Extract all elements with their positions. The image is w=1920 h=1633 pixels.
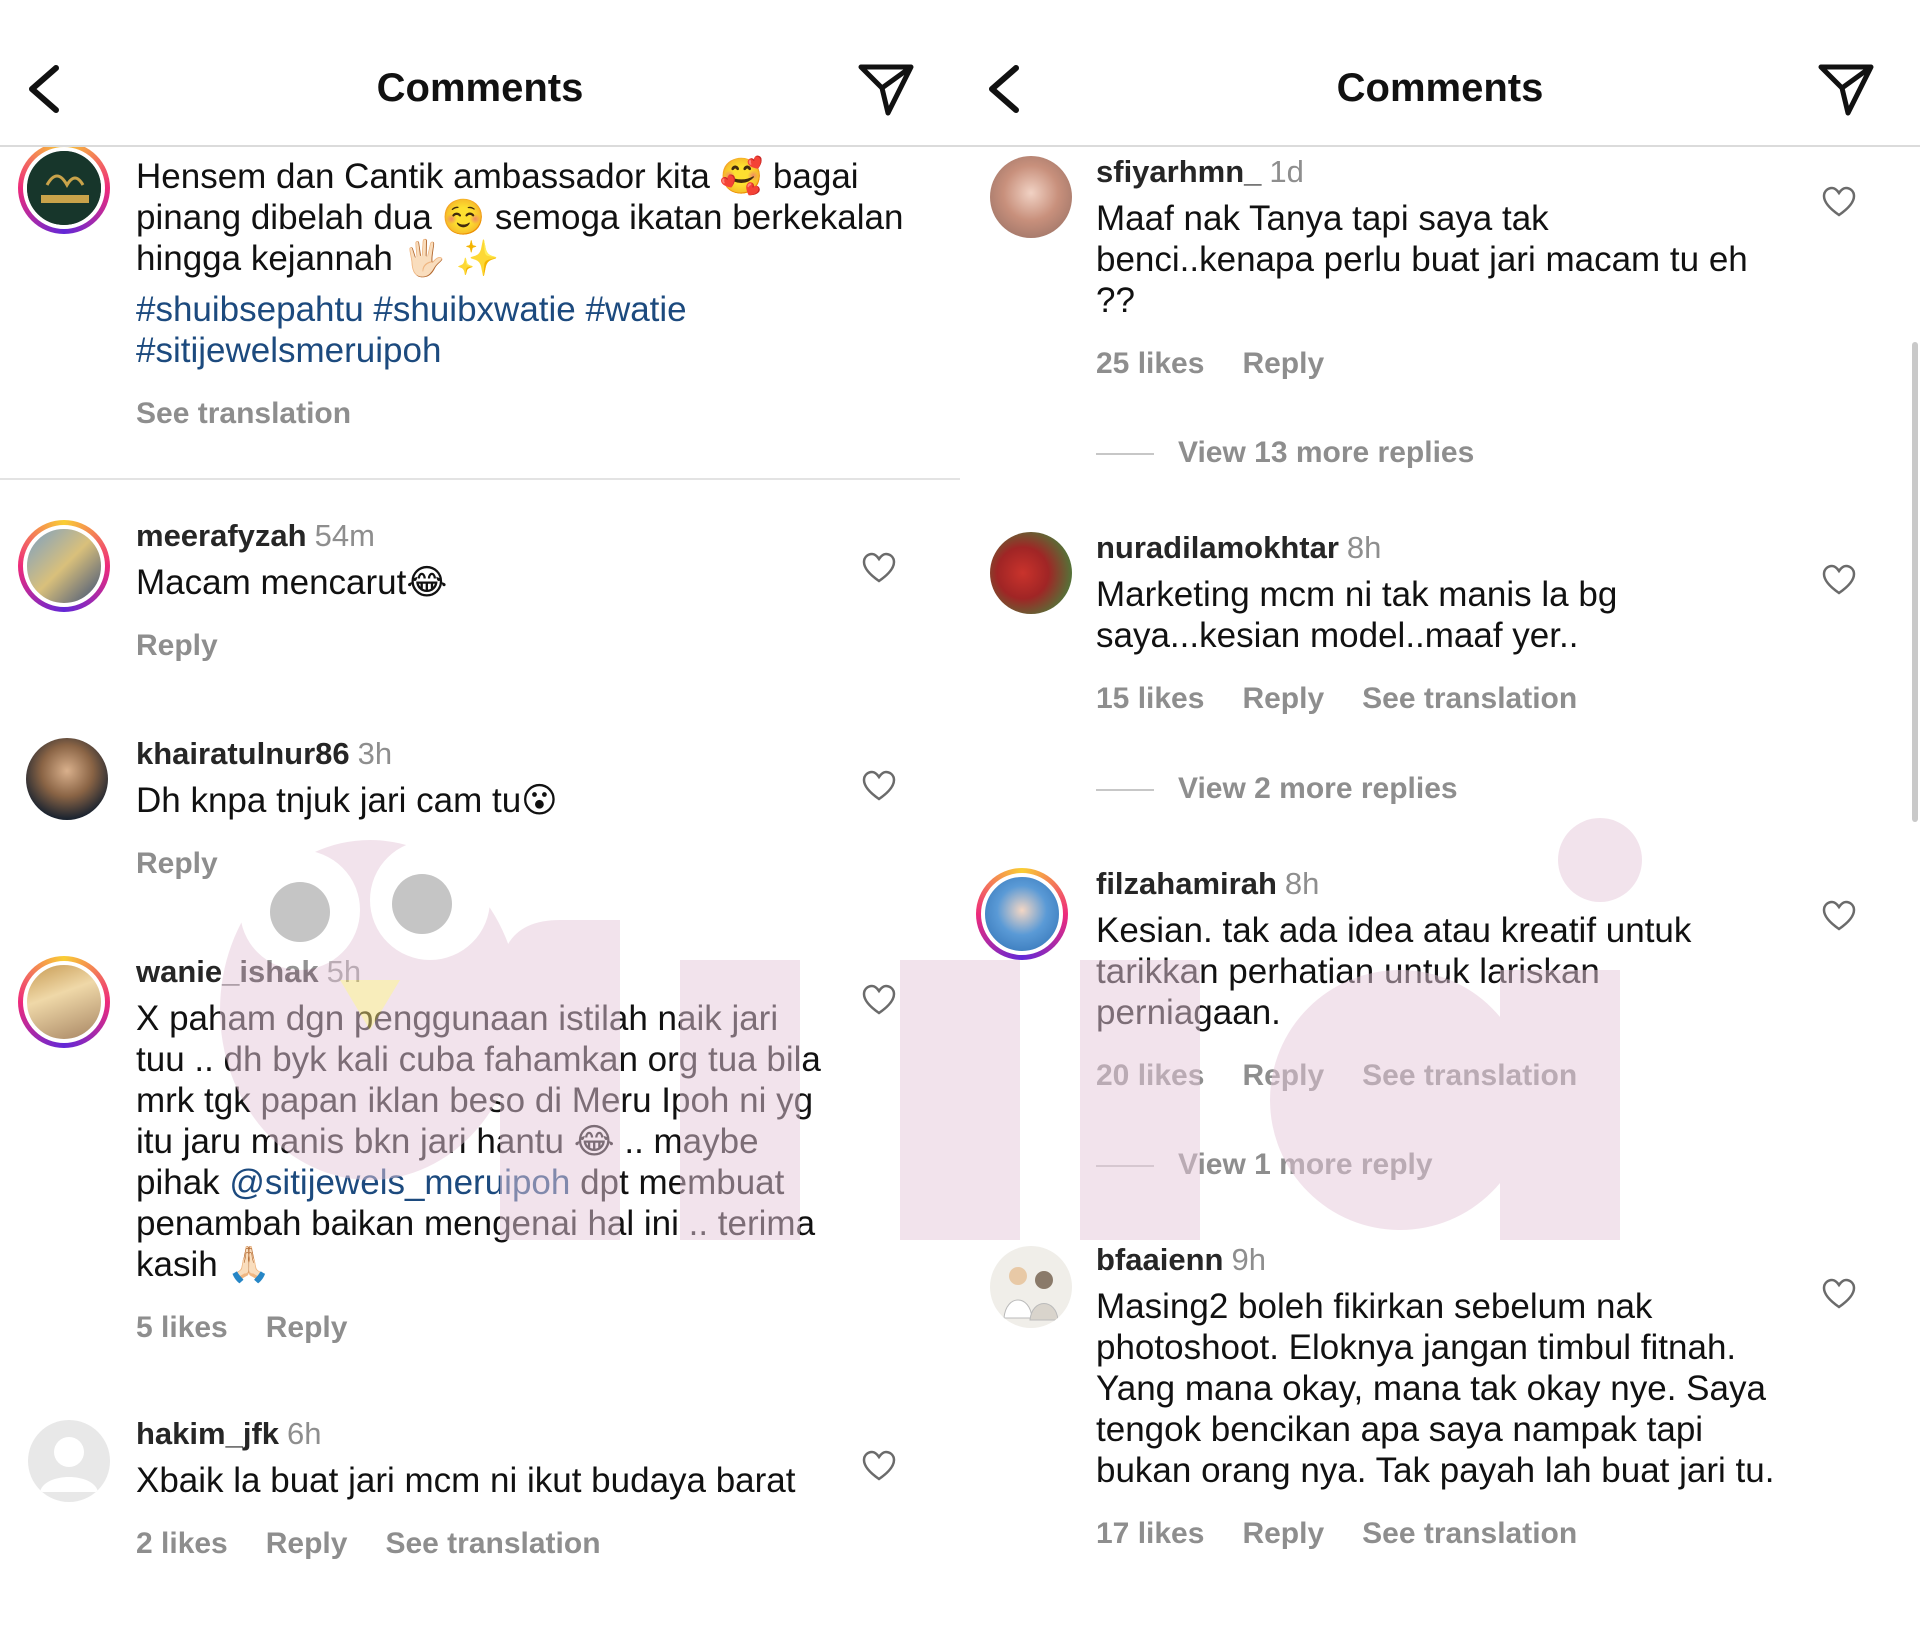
avatar[interactable]	[976, 868, 1068, 960]
heart-icon[interactable]	[862, 552, 896, 584]
comment-username[interactable]: bfaaienn	[1096, 1242, 1223, 1277]
comment-username[interactable]: khairatulnur86	[136, 736, 350, 771]
heart-icon[interactable]	[862, 770, 896, 802]
comment-time: 54m	[314, 518, 375, 553]
heart-icon[interactable]	[1822, 564, 1856, 596]
comment-time: 6h	[287, 1416, 322, 1451]
send-icon[interactable]	[1816, 58, 1876, 118]
reply-button[interactable]: Reply	[1242, 1059, 1324, 1092]
comment-time: 8h	[1284, 866, 1320, 901]
hashtags[interactable]: #shuibsepahtu #shuibxwatie #watie #sitij…	[136, 290, 687, 370]
comment-time: 5h	[326, 954, 362, 989]
comment-text: Xbaik la buat jari mcm ni ikut budaya ba…	[136, 1461, 796, 1500]
avatar[interactable]	[990, 1246, 1072, 1328]
see-translation-button[interactable]: See translation	[1362, 682, 1577, 715]
comment-text: Dh knpa tnjuk jari cam tu😮	[136, 781, 558, 820]
reply-button[interactable]: Reply	[266, 1311, 348, 1344]
page-title: Comments	[376, 66, 584, 110]
comments-screen-right: Comments sfiyarhmn_ 1d Maaf nak Tanya tap…	[960, 0, 1920, 1633]
view-replies-button[interactable]: View 2 more replies	[1096, 772, 1458, 806]
thread-line	[1096, 453, 1154, 456]
likes-count[interactable]: 17 likes	[1096, 1517, 1204, 1550]
see-translation-button[interactable]: See translation	[1362, 1517, 1577, 1550]
reply-button[interactable]: Reply	[136, 629, 218, 662]
avatar[interactable]	[990, 156, 1072, 238]
comment-text: Macam mencarut😂	[136, 563, 448, 602]
comments-screen-left: Comments sitijewels_meruipoh Hensem dan …	[0, 0, 960, 1633]
mention-link[interactable]: @sitijewels_meruipoh	[229, 1163, 570, 1202]
see-translation-button[interactable]: See translation	[385, 1527, 600, 1560]
likes-count[interactable]: 2 likes	[136, 1527, 228, 1560]
comment-username[interactable]: nuradilamokhtar	[1096, 530, 1339, 565]
default-avatar-icon	[40, 1437, 98, 1492]
avatar[interactable]	[18, 520, 110, 612]
scrollbar[interactable]	[1912, 342, 1918, 822]
reply-button[interactable]: Reply	[1242, 682, 1324, 715]
comment-username[interactable]: filzahamirah	[1096, 866, 1277, 901]
comment-text: Kesian. tak ada idea atau kreatif untuk …	[1096, 911, 1692, 1032]
avatar[interactable]	[28, 1420, 110, 1502]
comment-text: Maaf nak Tanya tapi saya tak benci..kena…	[1096, 199, 1748, 320]
reply-button[interactable]: Reply	[266, 1527, 348, 1560]
view-replies-button[interactable]: View 1 more reply	[1096, 1148, 1433, 1182]
header-bar: Comments	[960, 0, 1920, 147]
send-icon[interactable]	[856, 58, 916, 118]
comment-username[interactable]: hakim_jfk	[136, 1416, 279, 1451]
avatar[interactable]	[18, 956, 110, 1048]
heart-icon[interactable]	[1822, 1278, 1856, 1310]
page-title: Comments	[1336, 66, 1544, 110]
reply-button[interactable]: Reply	[1242, 1517, 1324, 1550]
heart-icon[interactable]	[1822, 900, 1856, 932]
divider	[0, 478, 960, 480]
likes-count[interactable]: 25 likes	[1096, 347, 1204, 380]
thread-line	[1096, 1165, 1154, 1168]
reply-button[interactable]: Reply	[1242, 347, 1324, 380]
comment-text: Masing2 boleh fikirkan sebelum nak photo…	[1096, 1287, 1775, 1490]
avatar[interactable]	[990, 532, 1072, 614]
brand-logo-icon	[27, 151, 101, 225]
thread-line	[1096, 789, 1154, 792]
comment-time: 3h	[357, 736, 393, 771]
comment-time: 8h	[1346, 530, 1382, 565]
header-bar: Comments	[0, 0, 960, 147]
likes-count[interactable]: 15 likes	[1096, 682, 1204, 715]
illustrated-avatar-icon	[1003, 1267, 1059, 1321]
comment-time: 9h	[1231, 1242, 1266, 1277]
reply-button[interactable]: Reply	[136, 847, 218, 880]
comment-text: Hensem dan Cantik ambassador kita 🥰 baga…	[136, 157, 904, 278]
view-replies-button[interactable]: View 13 more replies	[1096, 436, 1474, 470]
likes-count[interactable]: 20 likes	[1096, 1059, 1204, 1092]
comment-username[interactable]: wanie_ishak	[136, 954, 319, 989]
see-translation-button[interactable]: See translation	[1362, 1059, 1577, 1092]
avatar[interactable]	[26, 738, 108, 820]
comment-username[interactable]: meerafyzah	[136, 518, 307, 553]
heart-icon[interactable]	[1822, 186, 1856, 218]
comment-text: Marketing mcm ni tak manis la bg saya...…	[1096, 575, 1618, 655]
comment-time: 1d	[1269, 154, 1304, 189]
see-translation-button[interactable]: See translation	[136, 397, 351, 430]
avatar[interactable]	[18, 142, 110, 234]
likes-count[interactable]: 5 likes	[136, 1311, 228, 1344]
heart-icon[interactable]	[862, 1450, 896, 1482]
comment-username[interactable]: sfiyarhmn_	[1096, 154, 1261, 189]
heart-icon[interactable]	[862, 984, 896, 1016]
